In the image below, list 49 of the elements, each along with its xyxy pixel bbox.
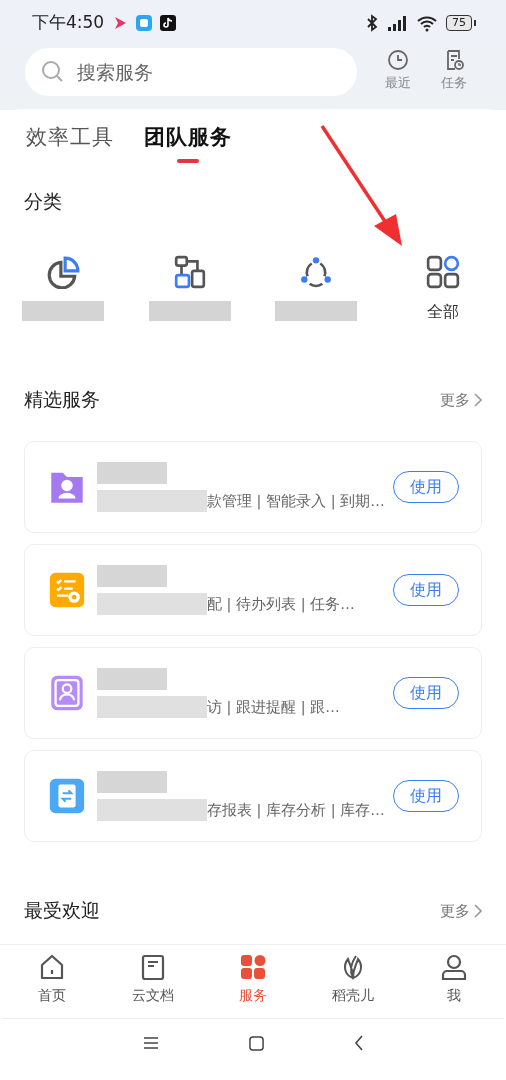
service-description: 配 | 待办列表 | 任务… — [207, 594, 355, 614]
section-title: 最受欢迎 — [24, 898, 100, 923]
signal-icon — [386, 13, 408, 32]
chevron-right-icon — [474, 904, 482, 918]
header-action-button[interactable]: 最近 — [385, 48, 411, 92]
menu-icon[interactable] — [142, 1036, 159, 1050]
flowchart-icon — [172, 255, 207, 289]
chevron-right-icon — [474, 393, 482, 407]
battery-indicator: 75 — [446, 14, 476, 31]
nav-tab[interactable]: 我 — [403, 953, 504, 1018]
service-description: 存报表 | 库存分析 | 库存… — [207, 800, 385, 820]
blurred-area — [97, 565, 167, 587]
status-time: 下午4:50 — [32, 11, 105, 34]
tab[interactable]: 团队服务 — [144, 123, 232, 163]
search-bar[interactable]: 搜索服务 — [25, 48, 357, 96]
use-button[interactable]: 使用 — [393, 677, 459, 709]
category-item[interactable]: 全部 — [379, 255, 506, 323]
section-title: 分类 — [24, 189, 63, 214]
blurred-area — [97, 462, 167, 484]
use-button[interactable]: 使用 — [393, 780, 459, 812]
blurred-area — [97, 771, 167, 793]
blurred-area — [97, 668, 167, 690]
more-link[interactable]: 更多 — [440, 390, 482, 410]
bluetooth-icon — [366, 13, 378, 32]
app-icon — [136, 14, 153, 31]
person-icon — [439, 953, 468, 981]
header-action-button[interactable]: 任务 — [441, 48, 467, 92]
more-link[interactable]: 更多 — [440, 901, 482, 921]
search-field[interactable]: 搜索服务 — [75, 60, 309, 84]
use-button[interactable]: 使用 — [393, 574, 459, 606]
nav-tab[interactable]: 稻壳儿 — [303, 953, 404, 1018]
use-button[interactable]: 使用 — [393, 471, 459, 503]
back-icon[interactable] — [353, 1035, 364, 1051]
wifi-icon — [416, 13, 438, 32]
apps-icon — [239, 953, 267, 981]
clock-icon — [386, 48, 410, 72]
nav-tab[interactable]: 服务 — [202, 953, 304, 1018]
share-nodes-icon — [299, 255, 334, 289]
pie-chart-icon — [46, 255, 81, 289]
search-icon — [41, 60, 65, 84]
nav-tab[interactable]: 云文档 — [102, 953, 203, 1018]
grid-icon — [425, 255, 460, 289]
service-description: 款管理 | 智能录入 | 到期… — [207, 491, 385, 511]
app-icon — [160, 14, 177, 31]
home-button-icon[interactable] — [248, 1035, 264, 1051]
service-description: 访 | 跟进提醒 | 跟… — [207, 697, 340, 717]
section-title: 精选服务 — [24, 387, 100, 412]
tab[interactable]: 效率工具 — [26, 123, 114, 163]
nav-tab[interactable]: 首页 — [2, 953, 103, 1018]
